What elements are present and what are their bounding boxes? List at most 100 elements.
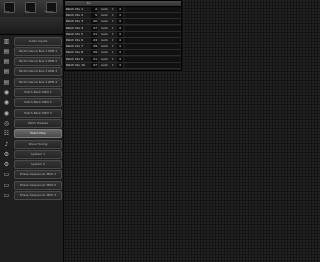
system-icon: ⚙ bbox=[3, 161, 10, 169]
row-empty-cell bbox=[125, 25, 180, 31]
patch-bank-icon: ◉ bbox=[3, 89, 10, 96]
table-row: Patch Div 10 27 num ▾ 4 bbox=[65, 62, 181, 69]
lock-caption: Lock bbox=[25, 11, 30, 13]
table-row: Patch Div 4 27 num ▾ 4 bbox=[65, 25, 181, 32]
row-name: Patch Div 7 bbox=[66, 44, 83, 49]
system-icon: ⚙ bbox=[3, 150, 10, 158]
show-caption: Show bbox=[4, 11, 10, 13]
sidebar-item[interactable]: ◎ Patch Presets bbox=[0, 118, 63, 128]
row-type-select[interactable]: num bbox=[101, 44, 112, 49]
row-type-select[interactable]: num bbox=[101, 63, 112, 68]
row-type-select[interactable]: num bbox=[101, 32, 112, 37]
tuning-icon: ♪ bbox=[4, 140, 9, 148]
chevron-down-icon[interactable]: ▾ bbox=[112, 32, 115, 37]
chevron-down-icon[interactable]: ▾ bbox=[112, 7, 115, 12]
row-value-field[interactable]: 4 bbox=[117, 38, 123, 43]
chevron-down-icon[interactable]: ▾ bbox=[112, 26, 115, 31]
sidebar-item[interactable]: ⚙ System 1 bbox=[0, 149, 63, 159]
chevron-down-icon[interactable]: ▾ bbox=[112, 44, 115, 49]
row-empty-cell bbox=[125, 50, 180, 56]
row-name: Patch Div 4 bbox=[66, 25, 83, 30]
table-row: Patch Div 5 21 num ▾ 4 bbox=[65, 31, 181, 38]
sidebar-item-label: Performance Bus 1 RPN 1 bbox=[14, 46, 62, 56]
row-number-field[interactable]: 24 bbox=[91, 38, 97, 43]
sidebar-item[interactable]: ▤ Performance Bus 4 RPN 4 bbox=[0, 77, 63, 87]
sidebar-subheader bbox=[0, 17, 63, 35]
row-value-field[interactable]: 4 bbox=[117, 13, 123, 19]
sidebar-item[interactable]: ♪ Show Tuning bbox=[0, 139, 63, 149]
row-empty-cell bbox=[125, 56, 180, 62]
chevron-down-icon[interactable]: ▾ bbox=[112, 19, 115, 24]
row-number-field[interactable]: 27 bbox=[91, 62, 97, 68]
patch-presets-icon: ◎ bbox=[3, 119, 10, 127]
row-empty-cell bbox=[125, 38, 180, 43]
audio-inputs-icon: ▥ bbox=[3, 37, 10, 45]
sidebar-item[interactable]: ▥ Audio Inputs bbox=[0, 36, 63, 46]
table-row: Patch Div 2 5 num ▾ 4 bbox=[65, 13, 181, 20]
row-type-select[interactable]: num bbox=[101, 7, 112, 12]
chevron-down-icon[interactable]: ▾ bbox=[112, 63, 115, 68]
sidebar-item[interactable]: ◉ Patch Bank MIDI 1 bbox=[0, 88, 63, 98]
row-number-field[interactable]: 5 bbox=[91, 13, 97, 19]
row-type-select[interactable]: num bbox=[101, 13, 112, 18]
sidebar-item-label: Patch Bank MIDI 2 bbox=[14, 98, 62, 108]
row-number-field[interactable]: 20 bbox=[91, 19, 97, 25]
row-type-select[interactable]: num bbox=[101, 38, 112, 43]
sidebar: Show Lock Sequence ▥ Audio Inputs ▤ Perform… bbox=[0, 0, 64, 262]
row-empty-cell bbox=[125, 62, 180, 68]
row-value-field[interactable]: 4 bbox=[117, 62, 123, 68]
sidebar-item[interactable]: ◉ Patch Bank MIDI 2 bbox=[0, 98, 63, 108]
row-value-field[interactable]: 4 bbox=[117, 44, 123, 50]
row-number-field[interactable]: 2 bbox=[91, 7, 97, 12]
row-name: Patch Div 2 bbox=[66, 13, 83, 18]
midi-icon: ▭ bbox=[3, 181, 10, 189]
sidebar-item[interactable]: ▭ Phase Sequencer MIDI 3 bbox=[0, 191, 63, 201]
row-type-select[interactable]: num bbox=[101, 57, 112, 62]
performance-bus-icon: ▤ bbox=[3, 47, 10, 55]
chevron-down-icon[interactable]: ▾ bbox=[112, 13, 115, 18]
sidebar-item-label: Show Tuning bbox=[14, 139, 62, 149]
sidebar-item[interactable]: ▤ Performance Bus 1 RPN 1 bbox=[0, 46, 63, 56]
row-name: Patch Div 1 bbox=[66, 7, 83, 11]
row-number-field[interactable]: 29 bbox=[91, 44, 97, 50]
row-name: Patch Div 6 bbox=[66, 38, 83, 42]
row-value-field[interactable]: 4 bbox=[117, 56, 123, 62]
chevron-down-icon[interactable]: ▾ bbox=[112, 57, 115, 62]
sidebar-item[interactable]: ⚙ System 2 bbox=[0, 160, 63, 170]
sidebar-item[interactable]: ▭ Phase Sequencer MIDI 1 bbox=[0, 170, 63, 180]
row-type-select[interactable]: num bbox=[101, 50, 112, 55]
sequence-caption: Sequence bbox=[44, 11, 54, 13]
sidebar-item-label: Audio Inputs bbox=[14, 36, 62, 46]
patch-map-icon: ☷ bbox=[3, 130, 10, 138]
sidebar-item[interactable]: ◉ Patch Bank MIDI 3 bbox=[0, 108, 63, 118]
row-value-field[interactable]: 4 bbox=[117, 19, 123, 25]
row-name: Patch Div 9 bbox=[66, 56, 83, 61]
row-value-field[interactable]: 4 bbox=[117, 31, 123, 37]
row-value-field[interactable]: 4 bbox=[117, 7, 123, 12]
row-empty-cell bbox=[125, 31, 180, 37]
row-type-select[interactable]: num bbox=[101, 26, 112, 31]
sidebar-item[interactable]: ▤ Performance Bus 2 RPN 2 bbox=[0, 57, 63, 67]
performance-bus-icon: ▤ bbox=[3, 68, 10, 76]
midi-icon: ▭ bbox=[3, 171, 10, 179]
sidebar-item[interactable]: ▭ Phase Sequencer MIDI 2 bbox=[0, 180, 63, 190]
row-type-select[interactable]: num bbox=[101, 19, 112, 24]
sidebar-item[interactable]: ▤ Performance Bus 3 RPN 3 bbox=[0, 67, 63, 77]
performance-bus-icon: ▤ bbox=[3, 78, 10, 86]
chevron-down-icon[interactable]: ▾ bbox=[112, 50, 115, 55]
row-name: Patch Div 3 bbox=[66, 19, 83, 24]
sidebar-item-label: Phase Sequencer MIDI 3 bbox=[14, 191, 62, 200]
row-number-field[interactable]: 21 bbox=[91, 31, 97, 37]
table-row: Patch Div 9 21 num ▾ 4 bbox=[65, 56, 181, 63]
chevron-down-icon[interactable]: ▾ bbox=[112, 38, 115, 43]
table-row: Patch Div 1 2 num ▾ 4 bbox=[65, 7, 181, 13]
row-value-field[interactable]: 4 bbox=[117, 50, 123, 56]
row-number-field[interactable]: 21 bbox=[91, 56, 97, 62]
row-number-field[interactable]: 29 bbox=[91, 50, 97, 56]
row-number-field[interactable]: 27 bbox=[91, 25, 97, 31]
midi-icon: ▭ bbox=[3, 192, 10, 199]
row-value-field[interactable]: 4 bbox=[117, 25, 123, 31]
patch-bank-icon: ◉ bbox=[3, 99, 10, 107]
row-empty-cell bbox=[125, 7, 180, 12]
sidebar-item[interactable]: ☷ Patch Map bbox=[0, 129, 63, 139]
